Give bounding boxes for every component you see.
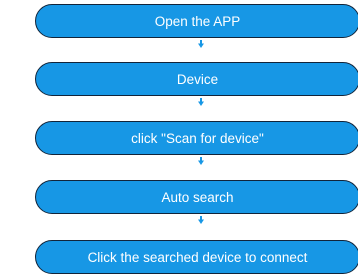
arrow-down-icon <box>198 98 204 106</box>
step-label: click "Scan for device" <box>131 130 264 146</box>
step-scan-for-device: click "Scan for device" <box>35 121 358 155</box>
step-connect-device: Click the searched device to connect <box>35 240 358 274</box>
step-label: Auto search <box>161 189 234 205</box>
arrow-down-icon <box>198 216 204 224</box>
arrow-down-icon <box>198 40 204 48</box>
step-label: Device <box>176 71 219 87</box>
step-label: Click the searched device to connect <box>87 249 308 265</box>
step-auto-search: Auto search <box>35 180 358 214</box>
step-label: Open the APP <box>154 13 241 29</box>
step-open-app: Open the APP <box>35 4 358 38</box>
step-device: Device <box>35 62 358 96</box>
arrow-down-icon <box>198 157 204 165</box>
